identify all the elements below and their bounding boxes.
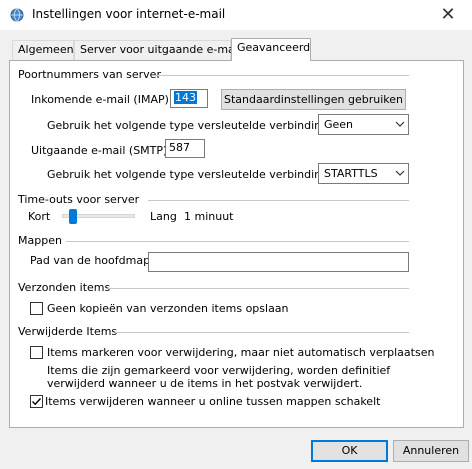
incoming-port-label: Inkomende e-mail (IMAP): [31,93,173,106]
tab-label: Geavanceerd [237,41,311,54]
outgoing-port-label: Uitgaande e-mail (SMTP): [31,144,172,157]
group-separator [108,288,409,289]
tab-label: Algemeen [18,43,74,56]
mark-for-deletion-checkbox[interactable] [30,346,43,359]
window-title: Instellingen voor internet-e-mail [32,7,226,21]
outgoing-port-value: 587 [169,141,190,154]
tab-server-uitgaande-email[interactable]: Server voor uitgaande e-mail [74,40,241,60]
timeout-slider-thumb[interactable] [69,209,77,224]
root-folder-label: Pad van de hoofdmap: [30,254,154,267]
close-icon: ✕ [440,4,456,25]
incoming-port-value: 143 [174,91,197,104]
no-copies-label[interactable]: Geen kopieën van verzonden items opslaan [47,302,289,315]
group-timeouts-label: Time-outs voor server [18,193,140,206]
deletion-note-line1: Items die zijn gemarkeerd voor verwijder… [47,364,391,377]
group-deleted-items-label: Verwijderde Items [18,325,118,338]
outgoing-encryption-select[interactable]: STARTTLS [318,163,409,184]
root-folder-input[interactable] [148,252,409,272]
ok-button[interactable]: OK [311,440,388,462]
outgoing-port-input[interactable]: 587 [165,139,205,158]
close-button[interactable]: ✕ [428,2,468,28]
group-sent-items-label: Verzonden items [18,281,111,294]
group-separator [66,241,409,242]
incoming-encryption-select[interactable]: Geen [318,114,409,135]
tab-algemeen[interactable]: Algemeen [12,40,74,60]
group-server-ports-label: Poortnummers van server [18,68,161,81]
cancel-button[interactable]: Annuleren [393,440,469,462]
tab-geavanceerd[interactable]: Geavanceerd [231,38,311,61]
group-folders-label: Mappen [18,234,62,247]
outgoing-encryption-label: Gebruik het volgende type versleutelde v… [47,168,332,181]
mark-for-deletion-label[interactable]: Items markeren voor verwijdering, maar n… [47,346,434,359]
timeout-short-label: Kort [28,210,51,223]
incoming-port-input[interactable]: 143 [170,89,208,108]
group-separator [148,200,409,201]
incoming-encryption-label: Gebruik het volgende type versleutelde v… [47,119,332,132]
chevron-down-icon [390,164,408,183]
group-separator [115,332,409,333]
use-defaults-button[interactable]: Standaardinstellingen gebruiken [221,89,406,110]
outgoing-encryption-value: STARTTLS [324,167,378,180]
no-copies-checkbox[interactable] [30,302,43,315]
timeout-long-label: Lang [150,210,177,223]
incoming-encryption-value: Geen [324,118,354,131]
group-separator [152,75,409,76]
chevron-down-icon [390,115,408,134]
tab-label: Server voor uitgaande e-mail [80,43,241,56]
check-icon [32,398,42,406]
purge-items-label[interactable]: Items verwijderen wanneer u online tusse… [45,395,380,408]
globe-icon [10,8,24,22]
timeout-value: 1 minuut [184,210,234,223]
deletion-note-line2: verwijderd wanneer u de items in het pos… [47,377,363,390]
purge-items-checkbox[interactable] [30,395,43,408]
